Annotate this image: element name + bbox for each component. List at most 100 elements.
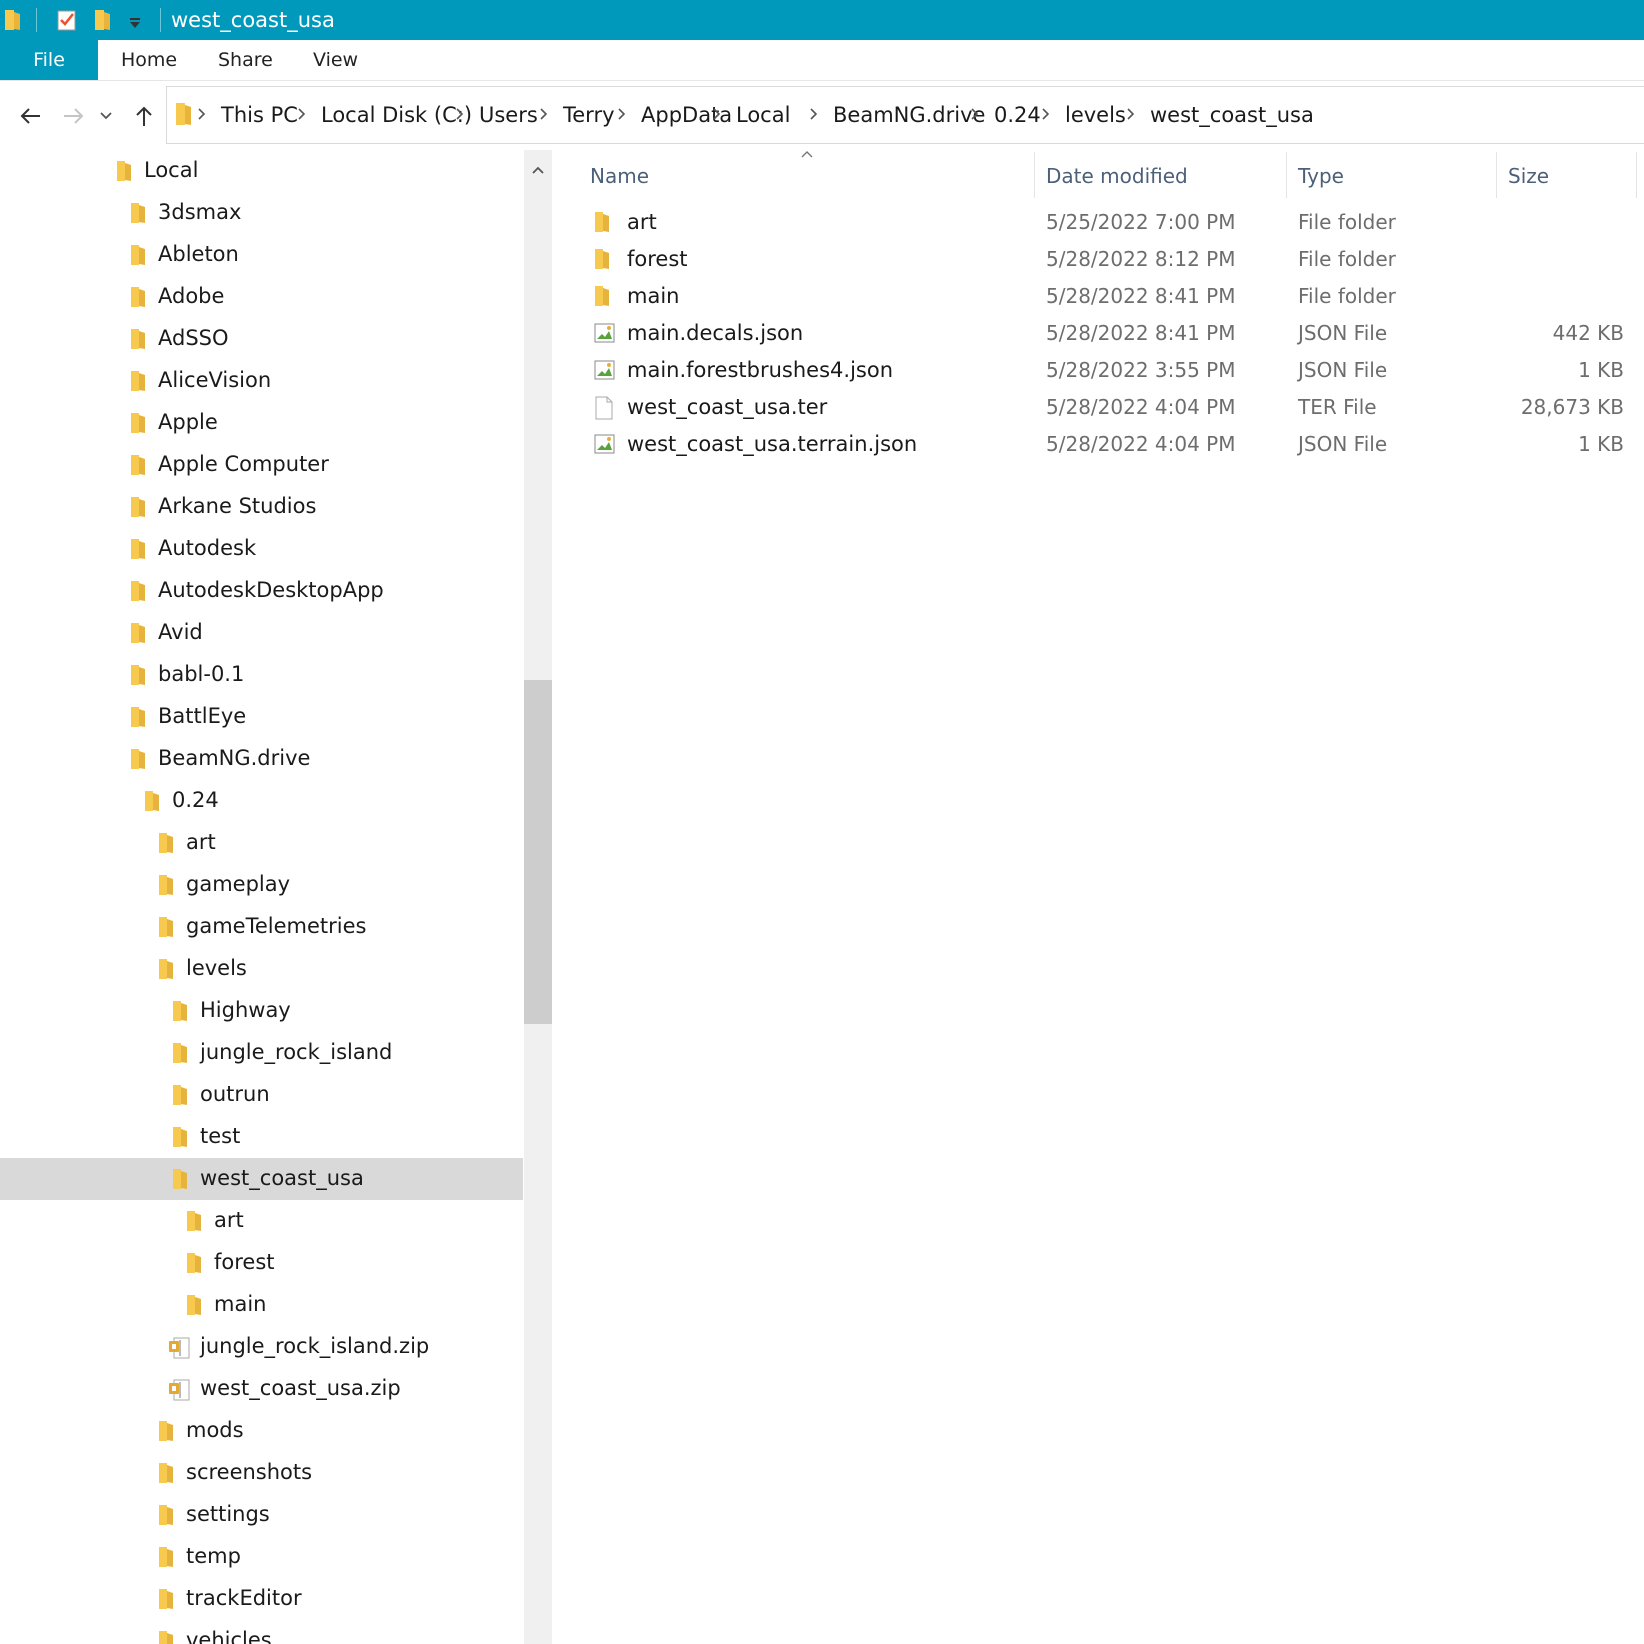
- tree-item[interactable]: BattlEye: [0, 696, 523, 738]
- tree-item[interactable]: art: [0, 822, 523, 864]
- nav-scrollbar[interactable]: [524, 150, 552, 1644]
- tree-item[interactable]: art: [0, 1200, 523, 1242]
- tree-item[interactable]: gameplay: [0, 864, 523, 906]
- new-folder-icon[interactable]: [94, 8, 114, 36]
- breadcrumb-chevron-icon[interactable]: [809, 106, 825, 126]
- tree-item[interactable]: babl-0.1: [0, 654, 523, 696]
- up-button[interactable]: [126, 100, 162, 132]
- tree-item[interactable]: AdSSO: [0, 318, 523, 360]
- tree-item[interactable]: jungle_rock_island: [0, 1032, 523, 1074]
- file-row[interactable]: west_coast_usa.ter 5/28/2022 4:04 PM TER F…: [556, 390, 1644, 426]
- breadcrumb-chevron-icon[interactable]: [1126, 106, 1142, 126]
- tab-home[interactable]: Home: [121, 40, 177, 80]
- folder-icon[interactable]: [4, 8, 24, 36]
- breadcrumb-item[interactable]: 0.24: [994, 103, 1041, 127]
- file-type: File folder: [1298, 247, 1396, 271]
- file-row[interactable]: main 5/28/2022 8:41 PM File folder: [556, 279, 1644, 315]
- column-name[interactable]: Name: [590, 164, 649, 188]
- file-row[interactable]: main.forestbrushes4.json 5/28/2022 3:55 P…: [556, 353, 1644, 389]
- tree-item[interactable]: 3dsmax: [0, 192, 523, 234]
- breadcrumb-chevron-icon[interactable]: [297, 106, 313, 126]
- tree-item[interactable]: trackEditor: [0, 1578, 523, 1620]
- tree-item[interactable]: gameTelemetries: [0, 906, 523, 948]
- file-row[interactable]: west_coast_usa.terrain.json 5/28/2022 4:0…: [556, 427, 1644, 463]
- tree-item-label: AliceVision: [158, 368, 272, 392]
- tab-file[interactable]: File: [0, 40, 98, 80]
- file-type: JSON File: [1298, 321, 1388, 345]
- breadcrumb-chevron-icon[interactable]: [970, 106, 986, 126]
- tree-item[interactable]: BeamNG.drive: [0, 738, 523, 780]
- tree-item-label: vehicles: [186, 1628, 272, 1644]
- tree-item[interactable]: screenshots: [0, 1452, 523, 1494]
- tree-item[interactable]: west_coast_usa: [0, 1158, 523, 1200]
- tree-item[interactable]: Ableton: [0, 234, 523, 276]
- folder-icon: [130, 286, 148, 312]
- tree-item[interactable]: west_coast_usa.zip: [0, 1368, 523, 1410]
- breadcrumb-item[interactable]: levels: [1065, 103, 1126, 127]
- tree-item[interactable]: outrun: [0, 1074, 523, 1116]
- tree-item[interactable]: temp: [0, 1536, 523, 1578]
- tree-item[interactable]: Adobe: [0, 276, 523, 318]
- tree-item[interactable]: main: [0, 1284, 523, 1326]
- tree-item-label: jungle_rock_island.zip: [200, 1334, 430, 1358]
- folder-icon: [158, 958, 176, 984]
- properties-icon[interactable]: [56, 8, 78, 36]
- folder-icon: [158, 874, 176, 900]
- tree-item[interactable]: Avid: [0, 612, 523, 654]
- tree-item[interactable]: levels: [0, 948, 523, 990]
- breadcrumb-chevron-icon[interactable]: [539, 106, 555, 126]
- breadcrumb-item[interactable]: Users: [479, 103, 538, 127]
- column-type[interactable]: Type: [1298, 164, 1344, 188]
- tree-item[interactable]: jungle_rock_island.zip: [0, 1326, 523, 1368]
- tree-item[interactable]: Local: [0, 150, 523, 192]
- file-name: forest: [627, 247, 688, 271]
- forward-button[interactable]: [56, 100, 92, 132]
- tree-item[interactable]: AliceVision: [0, 360, 523, 402]
- tree-item[interactable]: settings: [0, 1494, 523, 1536]
- tree-item[interactable]: Arkane Studios: [0, 486, 523, 528]
- tree-item[interactable]: 0.24: [0, 780, 523, 822]
- tree-item-label: mods: [186, 1418, 244, 1442]
- breadcrumb-chevron-icon[interactable]: [712, 106, 728, 126]
- breadcrumb-chevron-icon[interactable]: [197, 106, 213, 126]
- breadcrumb-chevron-icon[interactable]: [1041, 106, 1057, 126]
- tree-item-label: gameTelemetries: [186, 914, 367, 938]
- breadcrumb-item[interactable]: BeamNG.drive: [833, 103, 985, 127]
- file-row[interactable]: forest 5/28/2022 8:12 PM File folder: [556, 242, 1644, 278]
- tab-share[interactable]: Share: [218, 40, 273, 80]
- tree-item[interactable]: mods: [0, 1410, 523, 1452]
- address-bar[interactable]: This PC Local Disk (C:) Users Terry AppData L…: [166, 86, 1644, 144]
- recent-locations-button[interactable]: [94, 100, 118, 132]
- back-button[interactable]: [12, 100, 48, 132]
- column-date-modified[interactable]: Date modified: [1046, 164, 1188, 188]
- breadcrumb-item[interactable]: Terry: [563, 103, 615, 127]
- tree-item[interactable]: AutodeskDesktopApp: [0, 570, 523, 612]
- tree-item[interactable]: Apple Computer: [0, 444, 523, 486]
- tree-item[interactable]: forest: [0, 1242, 523, 1284]
- tree-item[interactable]: test: [0, 1116, 523, 1158]
- folder-icon: [186, 1294, 204, 1320]
- scroll-thumb[interactable]: [524, 680, 552, 1024]
- folder-icon: [594, 211, 612, 237]
- scroll-up-icon[interactable]: [531, 160, 545, 179]
- tree-item[interactable]: Highway: [0, 990, 523, 1032]
- column-size[interactable]: Size: [1508, 164, 1549, 188]
- zip-icon: [168, 1336, 192, 1364]
- breadcrumb-item[interactable]: This PC: [221, 103, 298, 127]
- tree-item[interactable]: vehicles: [0, 1620, 523, 1644]
- file-row[interactable]: art 5/25/2022 7:00 PM File folder: [556, 205, 1644, 241]
- breadcrumb-chevron-icon[interactable]: [617, 106, 633, 126]
- folder-icon: [186, 1210, 204, 1236]
- tree-item[interactable]: Apple: [0, 402, 523, 444]
- tab-view[interactable]: View: [313, 40, 358, 80]
- tree-item-label: AutodeskDesktopApp: [158, 578, 384, 602]
- customize-quick-access-icon[interactable]: [128, 14, 142, 33]
- file-size: 28,673 KB: [1520, 395, 1624, 419]
- file-row[interactable]: main.decals.json 5/28/2022 8:41 PM JSON Fi…: [556, 316, 1644, 352]
- tree-item[interactable]: Autodesk: [0, 528, 523, 570]
- tree-item-label: screenshots: [186, 1460, 313, 1484]
- breadcrumb-item[interactable]: Local Disk (C:): [321, 103, 472, 127]
- breadcrumb-item[interactable]: Local: [736, 103, 790, 127]
- breadcrumb-item[interactable]: west_coast_usa: [1150, 103, 1314, 127]
- breadcrumb-chevron-icon[interactable]: [455, 106, 471, 126]
